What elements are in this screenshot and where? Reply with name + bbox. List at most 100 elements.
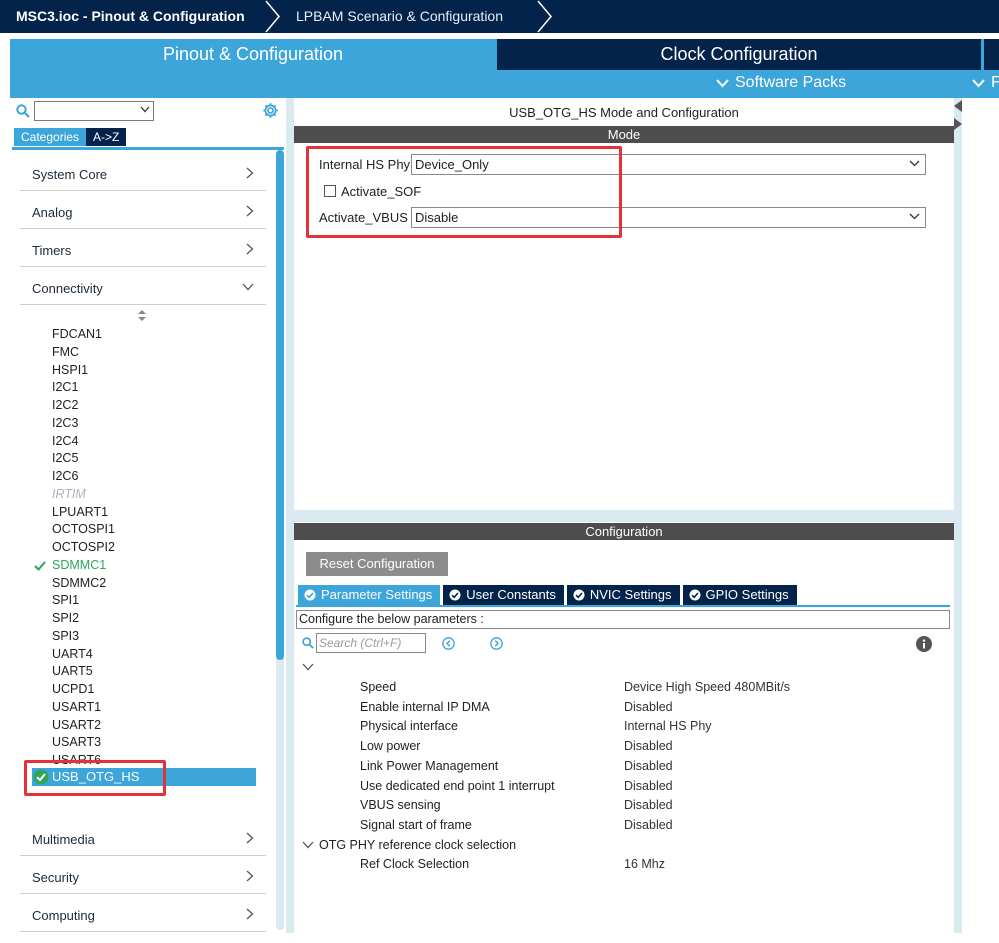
info-icon[interactable] [916, 636, 932, 652]
peripheral-item[interactable]: HSPI1 [52, 362, 88, 380]
chevron-right-icon [246, 870, 254, 882]
parameter-value[interactable]: Internal HS Phy [624, 719, 712, 733]
chevron-down-icon [909, 160, 920, 167]
parameter-value[interactable]: Disabled [624, 759, 673, 773]
collapse-arrows-icon[interactable] [954, 100, 962, 130]
breadcrumb-project[interactable]: MSC3.ioc - Pinout & Configuration [16, 0, 245, 33]
parameter-name: VBUS sensing [360, 798, 441, 813]
tab-gpio-settings[interactable]: GPIO Settings [682, 585, 797, 605]
parameter-name: Use dedicated end point 1 interrupt [360, 778, 555, 793]
tab-categories[interactable]: Categories [14, 128, 87, 146]
breadcrumb-scenario[interactable]: LPBAM Scenario & Configuration [296, 0, 503, 33]
gear-icon[interactable] [262, 102, 279, 119]
peripheral-item[interactable]: FMC [52, 344, 79, 362]
mode-header: Mode [294, 126, 954, 143]
peripheral-item[interactable]: IRTIM [52, 486, 86, 504]
breadcrumb-bar: MSC3.ioc - Pinout & Configuration LPBAM … [0, 0, 999, 33]
tab-more[interactable] [983, 39, 999, 70]
category-timers[interactable]: Timers [20, 229, 266, 267]
peripheral-item[interactable]: I2C5 [52, 450, 78, 468]
parameter-value[interactable]: Disabled [624, 779, 673, 793]
category-multimedia[interactable]: Multimedia [20, 818, 266, 856]
check-circle-icon [304, 589, 316, 601]
chevron-right-icon [246, 908, 254, 920]
chevron-down-icon[interactable] [302, 841, 314, 849]
category-label: Multimedia [32, 832, 95, 847]
category-label: System Core [32, 167, 108, 182]
tab-parameter-settings[interactable]: Parameter Settings [298, 585, 441, 605]
parameter-name: Enable internal IP DMA [360, 699, 490, 714]
reset-configuration-button[interactable]: Reset Configuration [306, 552, 448, 576]
parameter-value[interactable]: 16 Mhz [624, 857, 665, 871]
peripheral-search-combo[interactable] [34, 101, 154, 121]
chevron-down-icon [972, 78, 985, 87]
tab-user-constants[interactable]: User Constants [443, 585, 564, 605]
peripheral-item[interactable]: SPI2 [52, 610, 79, 628]
category-label: Computing [32, 908, 95, 923]
category-connectivity[interactable]: Connectivity [20, 267, 266, 305]
sort-icon[interactable] [138, 310, 146, 321]
software-packs-menu[interactable]: Software Packs [716, 74, 846, 92]
peripheral-item[interactable]: SPI3 [52, 628, 79, 646]
peripheral-item[interactable]: I2C2 [52, 397, 78, 415]
parameter-search-input[interactable]: Search (Ctrl+F) [316, 633, 426, 653]
chevron-down-icon [909, 213, 920, 220]
peripheral-item[interactable]: USART2 [52, 717, 101, 735]
tab-a-z[interactable]: A->Z [86, 128, 127, 146]
category-label: Timers [32, 243, 72, 258]
peripheral-item[interactable]: USART1 [52, 699, 101, 717]
software-packs-label: Software Packs [735, 74, 847, 91]
peripheral-item[interactable]: UART5 [52, 663, 93, 681]
peripheral-item[interactable]: OCTOSPI1 [52, 521, 115, 539]
tab-pinout-configuration[interactable]: Pinout & Configuration [10, 39, 496, 70]
parameter-value[interactable]: Disabled [624, 739, 673, 753]
parameter-value[interactable]: Disabled [624, 818, 673, 832]
panel-splitter[interactable] [286, 98, 294, 933]
search-icon [302, 637, 314, 649]
category-computing[interactable]: Computing [20, 894, 266, 932]
check-icon [34, 561, 46, 571]
peripheral-item[interactable]: UCPD1 [52, 681, 94, 699]
right-panel [962, 98, 999, 933]
peripheral-item[interactable]: SPI1 [52, 592, 79, 610]
tab-label: User Constants [466, 587, 556, 602]
search-icon [16, 104, 30, 118]
category-system-core[interactable]: System Core [20, 153, 266, 191]
category-security[interactable]: Security [20, 856, 266, 894]
peripheral-item[interactable]: I2C3 [52, 415, 78, 433]
peripheral-item[interactable]: FDCAN1 [52, 326, 102, 344]
category-tabs: Categories A->Z [14, 128, 127, 146]
peripheral-item[interactable]: SDMMC1 [52, 557, 106, 575]
chevron-down-icon[interactable] [302, 663, 314, 671]
peripheral-item[interactable]: USART3 [52, 734, 101, 752]
next-icon[interactable] [490, 637, 503, 650]
peripheral-item[interactable]: SDMMC2 [52, 575, 106, 593]
category-analog[interactable]: Analog [20, 191, 266, 229]
tab-clock-configuration[interactable]: Clock Configuration [497, 39, 981, 70]
panel-splitter-horizontal[interactable] [294, 510, 954, 522]
parameter-value[interactable]: Device High Speed 480MBit/s [624, 680, 790, 694]
category-label: Security [32, 870, 79, 885]
mode-configuration-panel: USB_OTG_HS Mode and Configuration Mode I… [294, 98, 954, 933]
tab-label: GPIO Settings [705, 587, 789, 602]
peripheral-item[interactable]: I2C4 [52, 433, 78, 451]
group-title-otg-phy: OTG PHY reference clock selection [319, 838, 517, 852]
more-menu[interactable]: F [972, 74, 999, 92]
peripheral-item[interactable]: I2C1 [52, 379, 78, 397]
parameter-value[interactable]: Disabled [624, 798, 673, 812]
panel-splitter[interactable] [954, 98, 962, 933]
scrollbar-thumb[interactable] [276, 150, 284, 660]
tabs-underline [296, 605, 950, 607]
tab-nvic-settings[interactable]: NVIC Settings [566, 585, 680, 605]
peripheral-item[interactable]: OCTOSPI2 [52, 539, 115, 557]
peripheral-item[interactable]: I2C6 [52, 468, 78, 486]
highlight-box [24, 760, 166, 796]
parameter-name: Link Power Management [360, 758, 499, 773]
peripheral-item[interactable]: LPUART1 [52, 504, 108, 522]
peripheral-item[interactable]: UART4 [52, 646, 93, 664]
parameter-value[interactable]: Disabled [624, 700, 673, 714]
parameter-name: Ref Clock Selection [360, 857, 470, 871]
previous-icon[interactable] [442, 637, 455, 650]
chevron-right-icon [246, 167, 254, 179]
configuration-tabs: Parameter Settings User Constants NVIC S… [298, 585, 797, 605]
